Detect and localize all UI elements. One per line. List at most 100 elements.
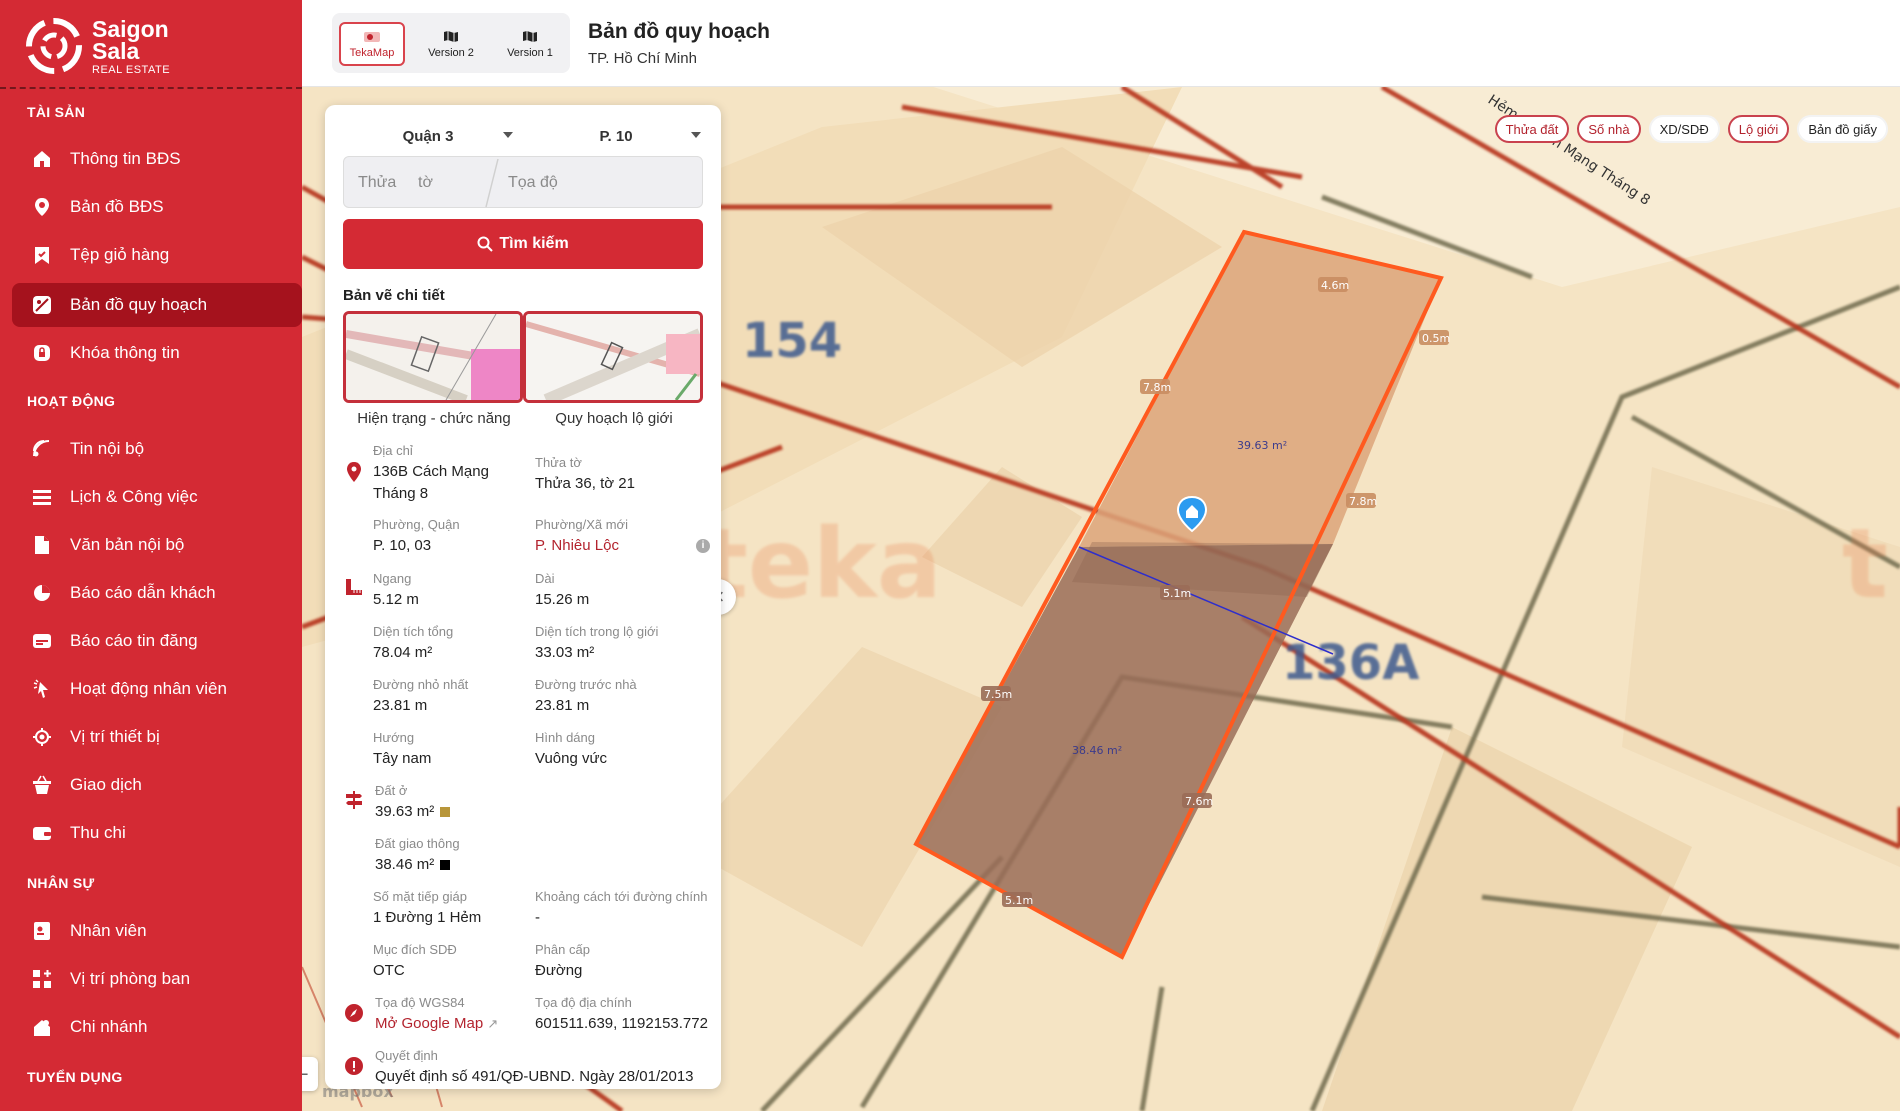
sidebar-item-vi-tri-phong-ban[interactable]: Vị trí phòng ban — [12, 957, 302, 1001]
branch-icon — [30, 1015, 54, 1039]
drawing-thumbnail-planning[interactable] — [523, 311, 703, 403]
sidebar-item-hoat-dong-nhan-vien[interactable]: Hoạt động nhân viên — [12, 667, 302, 711]
sidebar-item-van-ban-noi-bo[interactable]: Văn bản nội bộ — [12, 523, 302, 567]
signpost-icon — [343, 789, 365, 811]
direction-label: Hướng — [373, 730, 415, 745]
nav-section-title[interactable]: TUYỂN DỤNG — [27, 1069, 123, 1085]
sidebar-item-thu-chi[interactable]: Thu chi — [12, 811, 302, 855]
edge-length-label: 7.8m — [1349, 495, 1377, 508]
min-road-value: 23.81 m — [373, 697, 428, 714]
sidebar-item-bao-cao-dan-khach[interactable]: Báo cáo dẫn khách — [12, 571, 302, 615]
sheet-number-input[interactable] — [418, 169, 474, 197]
parcel-number-input[interactable] — [358, 169, 414, 197]
sidebar-item-bao-cao-tin-dang[interactable]: Báo cáo tin đăng — [12, 619, 302, 663]
map-planning-icon — [30, 293, 54, 317]
sidebar-item-tep-gio-hang[interactable]: Tệp giỏ hàng — [12, 233, 302, 277]
sidebar-item-label: Khóa thông tin — [70, 343, 180, 362]
ward-select[interactable]: P. 10 — [531, 119, 701, 153]
house-icon — [30, 147, 54, 171]
edge-length-label: 7.5m — [984, 688, 1012, 701]
sidebar-item-nhan-vien[interactable]: Nhân viên — [12, 909, 302, 953]
decision-label: Quyết định — [375, 1048, 438, 1063]
main-road-distance-value: - — [535, 909, 540, 926]
top-bar: TekaMap Version 2 Version 1 Bản đồ quy h… — [302, 0, 1900, 87]
parcel-sheet-value: Thửa 36, tờ 21 — [535, 475, 635, 492]
coordinate-input[interactable] — [508, 169, 688, 197]
alert-icon — [343, 1055, 365, 1077]
classification-label: Phân cấp — [535, 942, 590, 957]
layer-thua-dat-toggle[interactable]: Thửa đất — [1494, 115, 1570, 143]
total-area-label: Diện tích tổng — [373, 624, 454, 639]
brand-name: Saigon Sala — [92, 16, 169, 64]
pie-chart-icon — [30, 581, 54, 605]
chevron-down-icon — [691, 132, 701, 138]
nav-section-title: TÀI SẢN — [27, 104, 86, 120]
sidebar-item-tin-noi-bo[interactable]: Tin nội bộ — [12, 427, 302, 471]
brand-logo[interactable]: Saigon Sala REAL ESTATE — [26, 16, 276, 80]
layer-toggle-bar: Thửa đất Số nhà XD/SDĐ Lộ giới Bản đồ gi… — [1494, 115, 1888, 143]
row-area-value: 33.03 m² — [535, 644, 595, 661]
grid-plus-icon — [30, 967, 54, 991]
width-value: 5.12 m — [373, 591, 419, 608]
edge-length-label: 4.6m — [1321, 279, 1349, 292]
page-title: Bản đồ quy hoạch — [588, 20, 771, 43]
wallet-icon — [30, 821, 54, 845]
land-use-value: OTC — [373, 962, 405, 979]
drawing-thumbnail-current[interactable] — [343, 311, 523, 403]
folded-map-icon — [443, 30, 459, 44]
layer-so-nha-toggle[interactable]: Số nhà — [1577, 115, 1641, 143]
edge-length-label: 0.5m — [1422, 332, 1450, 345]
sidebar-item-chi-nhanh[interactable]: Chi nhánh — [12, 1005, 302, 1049]
district-select[interactable]: Quận 3 — [343, 119, 513, 153]
collapse-sidebar-button[interactable]: ⇤ — [302, 1057, 318, 1091]
google-map-link[interactable]: Mở Google Map ↗ — [375, 1013, 498, 1035]
info-icon[interactable]: i — [696, 539, 710, 553]
new-ward-link[interactable]: P. Nhiêu Lộc — [535, 535, 619, 557]
basket-icon — [30, 773, 54, 797]
front-road-label: Đường trước nhà — [535, 677, 637, 692]
sidebar-item-lich-cong-viec[interactable]: Lịch & Công việc — [12, 475, 302, 519]
sidebar-item-khoa-thong-tin[interactable]: Khóa thông tin — [12, 331, 302, 375]
tekamap-version-button[interactable]: TekaMap — [339, 22, 405, 66]
folded-map-icon — [522, 30, 538, 44]
sidebar-item-thong-tin-bds[interactable]: Thông tin BĐS — [12, 137, 302, 181]
map-watermark: teka — [702, 508, 942, 620]
layer-ban-do-giay-toggle[interactable]: Bản đồ giấy — [1797, 115, 1888, 143]
edge-length-label: 5.1m — [1005, 894, 1033, 907]
sidebar-item-giao-dich[interactable]: Giao dịch — [12, 763, 302, 807]
brand-tagline: REAL ESTATE — [92, 64, 171, 76]
residential-land-label: Đất ở — [375, 783, 408, 798]
sidebar-item-label: Vị trí phòng ban — [70, 969, 191, 988]
bookmark-icon — [30, 243, 54, 267]
sidebar-item-vi-tri-thiet-bi[interactable]: Vị trí thiết bị — [12, 715, 302, 759]
sidebar-item-label: Bản đồ quy hoạch — [70, 295, 208, 314]
version-1-button[interactable]: Version 1 — [497, 22, 563, 66]
id-card-icon — [30, 919, 54, 943]
version-2-button[interactable]: Version 2 — [418, 22, 484, 66]
decision-value: Quyết định số 491/QĐ-UBND. Ngày 28/01/20… — [375, 1068, 694, 1085]
search-button[interactable]: Tìm kiếm — [343, 219, 703, 269]
district-select-value: Quận 3 — [402, 127, 454, 145]
input-divider — [485, 158, 499, 208]
shape-label: Hình dáng — [535, 730, 595, 745]
page-subtitle: TP. Hồ Chí Minh — [588, 50, 697, 67]
sidebar-item-label: Nhân viên — [70, 921, 147, 940]
sidebar-item-ban-do-quy-hoach[interactable]: Bản đồ quy hoạch — [12, 283, 302, 327]
ward-select-value: P. 10 — [599, 127, 633, 145]
sidebar-item-ban-do-bds[interactable]: Bản đồ BĐS — [12, 185, 302, 229]
activity-icon — [30, 677, 54, 701]
total-area-value: 78.04 m² — [373, 644, 433, 661]
parcel-sheet-label: Thửa tờ — [535, 455, 582, 470]
main-road-distance-label: Khoảng cách tới đường chính — [535, 889, 708, 904]
layer-xd-sdd-toggle[interactable]: XD/SDĐ — [1648, 115, 1720, 143]
sidebar-item-label: Vị trí thiết bị — [70, 727, 160, 746]
address-line1: 136B Cách Mạng — [373, 463, 489, 480]
parcel-search-box — [343, 156, 703, 208]
drawing-caption: Quy hoạch lộ giới — [555, 410, 673, 427]
lock-icon — [30, 341, 54, 365]
chevron-down-icon — [503, 132, 513, 138]
layer-lo-gioi-toggle[interactable]: Lộ giới — [1727, 115, 1790, 143]
version-label: TekaMap — [349, 46, 395, 59]
version-label: Version 1 — [507, 46, 553, 59]
search-icon — [477, 236, 494, 252]
